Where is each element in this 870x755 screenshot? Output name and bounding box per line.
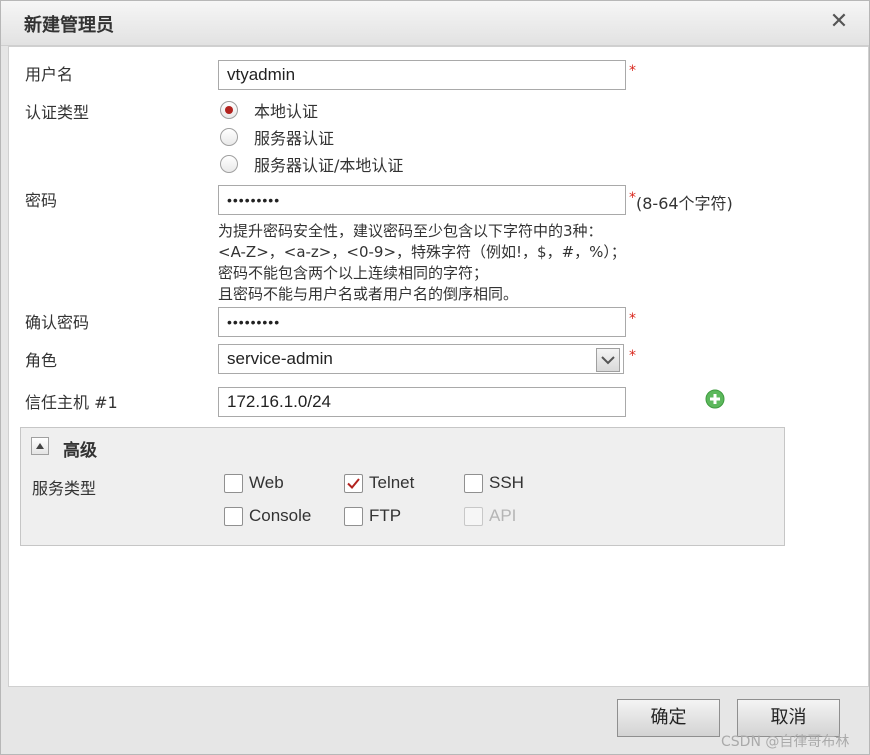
checkbox-console[interactable] (224, 506, 243, 526)
role-label: 角色 (25, 351, 58, 370)
auth-type-label: 认证类型 (25, 103, 90, 122)
service-ftp-label: FTP (369, 506, 402, 525)
service-telnet[interactable]: Telnet (344, 473, 414, 493)
auth-option-server[interactable]: 服务器认证 (220, 125, 334, 149)
chevron-down-icon[interactable] (596, 348, 620, 372)
username-required-mark: * (629, 63, 636, 79)
service-ssh-label: SSH (489, 473, 524, 492)
service-ftp[interactable]: FTP (344, 506, 401, 526)
watermark: CSDN @自律哥布林 (721, 734, 850, 750)
checkbox-ftp[interactable] (344, 506, 363, 526)
ok-button[interactable]: 确定 (617, 699, 720, 737)
role-required-mark: * (629, 348, 636, 364)
password-required-mark: * (629, 190, 636, 206)
dialog-content: 用户名 vtyadmin * 认证类型 本地认证 服务器认证 服务器认证/本地认… (8, 46, 869, 687)
advanced-panel: 高级 服务类型 Web Telnet SSH Console FTP API (20, 427, 785, 546)
username-label: 用户名 (25, 65, 74, 84)
trusted-host-input[interactable]: 172.16.1.0/24 (218, 387, 626, 417)
service-api: API (464, 506, 516, 526)
service-web[interactable]: Web (224, 473, 284, 493)
role-select[interactable]: service-admin (218, 344, 624, 374)
password-label: 密码 (25, 191, 58, 210)
check-icon (347, 477, 360, 489)
auth-option-server-local[interactable]: 服务器认证/本地认证 (220, 152, 403, 176)
password-hint: 为提升密码安全性，建议密码至少包含以下字符中的3种： <A-Z>，<a-z>，<… (218, 222, 626, 303)
radio-server[interactable] (220, 128, 238, 146)
add-circle-icon[interactable] (705, 389, 725, 409)
service-console-label: Console (249, 506, 312, 525)
auth-option-server-label: 服务器认证 (254, 129, 335, 148)
auth-option-local-label: 本地认证 (254, 102, 319, 121)
service-type-label: 服务类型 (32, 479, 97, 498)
service-ssh[interactable]: SSH (464, 473, 524, 493)
username-input[interactable]: vtyadmin (218, 60, 626, 90)
service-telnet-label: Telnet (369, 473, 415, 492)
confirm-password-input[interactable]: ••••••••• (218, 307, 626, 337)
confirm-password-label: 确认密码 (25, 313, 90, 332)
auth-option-local[interactable]: 本地认证 (220, 98, 318, 122)
triangle-up-icon[interactable] (31, 437, 49, 455)
checkbox-web[interactable] (224, 473, 243, 493)
password-input[interactable]: ••••••••• (218, 185, 626, 215)
radio-local[interactable] (220, 101, 238, 119)
password-length-note: (8-64个字符) (636, 194, 733, 213)
checkbox-ssh[interactable] (464, 473, 483, 493)
auth-option-server-local-label: 服务器认证/本地认证 (254, 156, 404, 175)
service-web-label: Web (249, 473, 284, 492)
advanced-title: 高级 (63, 441, 97, 461)
service-api-label: API (489, 506, 517, 525)
checkbox-api (464, 506, 483, 526)
checkbox-telnet[interactable] (344, 473, 363, 493)
service-console[interactable]: Console (224, 506, 311, 526)
dialog-titlebar: 新建管理员 ✕ (1, 1, 869, 46)
new-admin-dialog: 新建管理员 ✕ 用户名 vtyadmin * 认证类型 本地认证 服务器认证 服… (0, 0, 870, 755)
trusted-host-label: 信任主机 #1 (25, 393, 118, 412)
confirm-password-required-mark: * (629, 311, 636, 327)
dialog-title: 新建管理员 (24, 15, 114, 36)
radio-server-local[interactable] (220, 155, 238, 173)
close-icon[interactable]: ✕ (827, 9, 851, 35)
